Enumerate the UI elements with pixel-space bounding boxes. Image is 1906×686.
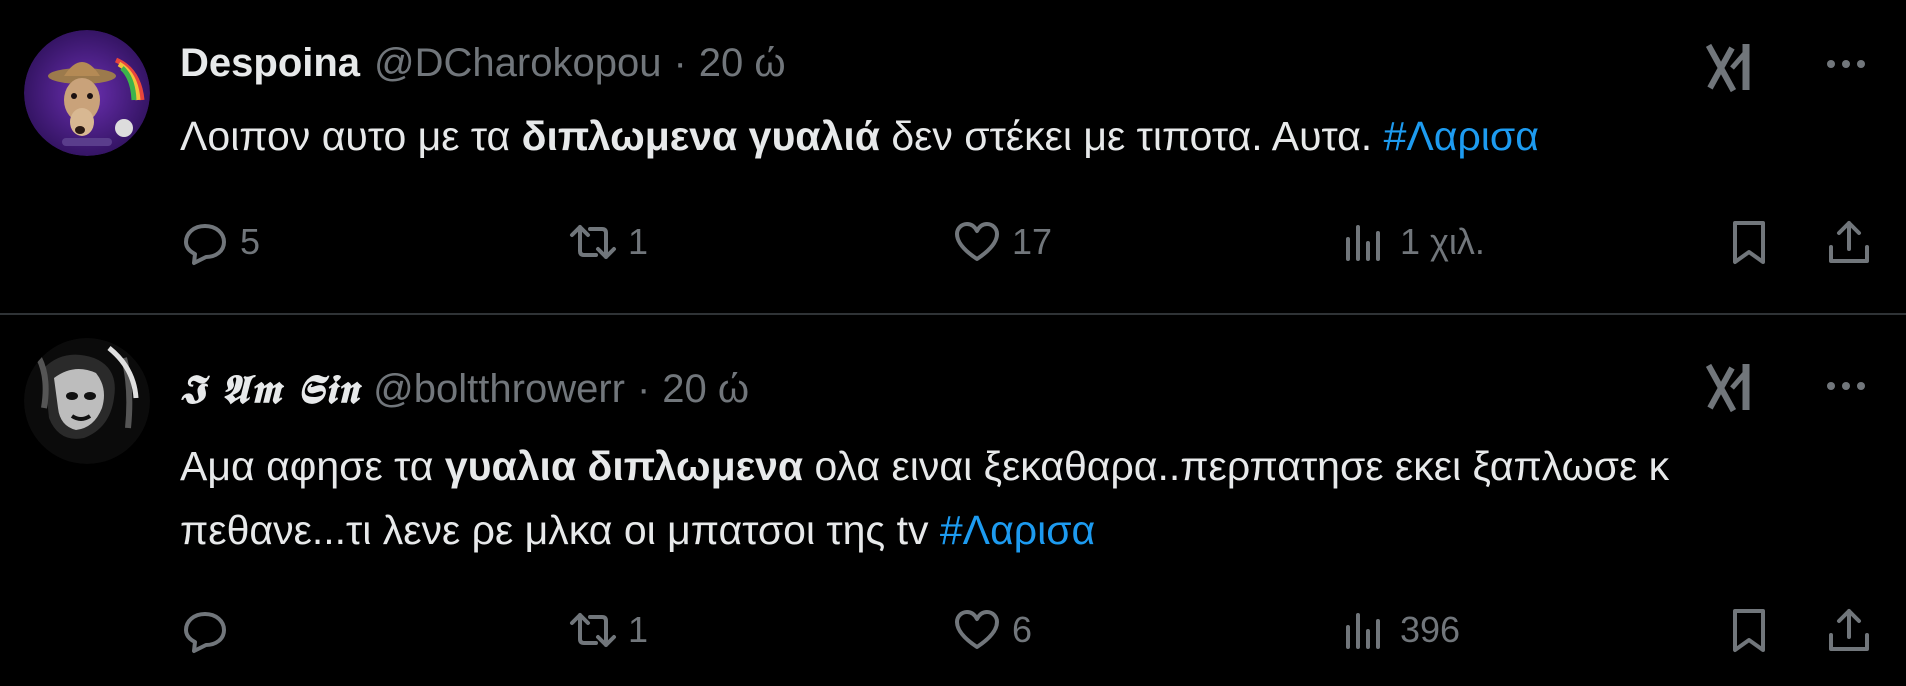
views-icon <box>1346 225 1380 261</box>
author-handle[interactable]: @boltthrowerr <box>373 367 625 412</box>
separator: · <box>673 40 687 85</box>
tweet-text-part: Αμα αφησε τα <box>180 443 445 489</box>
tweet-text-part: δεν στέκει με τιποτα. Αυτα. <box>879 113 1384 159</box>
like-button[interactable]: 17 <box>952 212 1052 272</box>
views-count: 1 χιλ. <box>1400 221 1485 262</box>
separator: · <box>636 366 651 411</box>
tweet-text-bold: διπλωμενα γυαλιά <box>521 113 880 159</box>
avatar[interactable] <box>24 338 150 464</box>
reply-button[interactable] <box>180 600 240 660</box>
share-icon <box>1829 221 1869 263</box>
repost-count: 1 <box>628 609 649 650</box>
share-icon <box>1829 609 1869 651</box>
share-button[interactable] <box>1824 212 1874 272</box>
tweet-text: Λοιπον αυτο με τα διπλωμενα γυαλιά δεν σ… <box>180 104 1866 168</box>
views-button[interactable]: 396 <box>1340 600 1460 660</box>
more-icon[interactable] <box>1816 44 1876 84</box>
reply-count: 5 <box>240 221 261 262</box>
repost-button[interactable]: 1 <box>568 600 648 660</box>
bookmark-button[interactable] <box>1724 600 1774 660</box>
like-count: 17 <box>1012 221 1053 262</box>
views-count: 396 <box>1400 609 1461 650</box>
repost-count: 1 <box>628 221 649 262</box>
tweet-header: Despoina @DCharokopou · 20 ώ <box>180 28 786 98</box>
like-icon <box>955 610 999 649</box>
timestamp[interactable]: 20 ώ <box>699 41 786 86</box>
tweet[interactable]: 𝕴 𝕬𝖒 𝕾𝖎𝖓 @boltthrowerr · 20 ώ Αμα αφησε … <box>0 316 1906 686</box>
repost-icon <box>570 613 616 647</box>
author-handle[interactable]: @DCharokopou <box>374 41 661 86</box>
avatar[interactable] <box>24 30 150 156</box>
tweet-header: 𝕴 𝕬𝖒 𝕾𝖎𝖓 @boltthrowerr · 20 ώ <box>180 354 749 424</box>
divider <box>0 313 1906 315</box>
timestamp[interactable]: 20 ώ <box>662 367 749 412</box>
views-button[interactable]: 1 χιλ. <box>1340 212 1485 272</box>
author-name[interactable]: 𝕴 𝕬𝖒 𝕾𝖎𝖓 <box>180 366 359 413</box>
reply-button[interactable]: 5 <box>180 212 260 272</box>
repost-button[interactable]: 1 <box>568 212 648 272</box>
repost-icon <box>570 225 616 259</box>
like-button[interactable]: 6 <box>952 600 1032 660</box>
tweet[interactable]: Despoina @DCharokopou · 20 ώ Λοιπον αυτο… <box>0 0 1906 314</box>
bookmark-icon <box>1733 609 1765 652</box>
bookmark-icon <box>1733 221 1765 264</box>
author-name[interactable]: Despoina <box>180 41 360 86</box>
like-icon <box>955 222 999 261</box>
like-count: 6 <box>1012 609 1033 650</box>
reply-icon <box>184 224 226 265</box>
action-bar: 5 1 17 1 χιλ. <box>0 212 1906 272</box>
more-icon[interactable] <box>1816 366 1876 406</box>
share-button[interactable] <box>1824 600 1874 660</box>
views-icon <box>1346 613 1380 649</box>
bookmark-button[interactable] <box>1724 212 1774 272</box>
tweet-text-part: Λοιπον αυτο με τα <box>180 113 522 159</box>
tweet-text: Αμα αφησε τα γυαλια διπλωμενα ολα ειναι … <box>180 434 1866 562</box>
reply-icon <box>184 612 226 653</box>
hashtag-link[interactable]: #Λαρισα <box>1384 113 1539 159</box>
hashtag-link[interactable]: #Λαρισα <box>940 507 1095 553</box>
grok-icon[interactable] <box>1702 40 1758 96</box>
grok-icon[interactable] <box>1702 360 1758 416</box>
tweet-text-bold: γυαλια διπλωμενα <box>444 443 804 489</box>
action-bar: 1 6 396 <box>0 600 1906 660</box>
